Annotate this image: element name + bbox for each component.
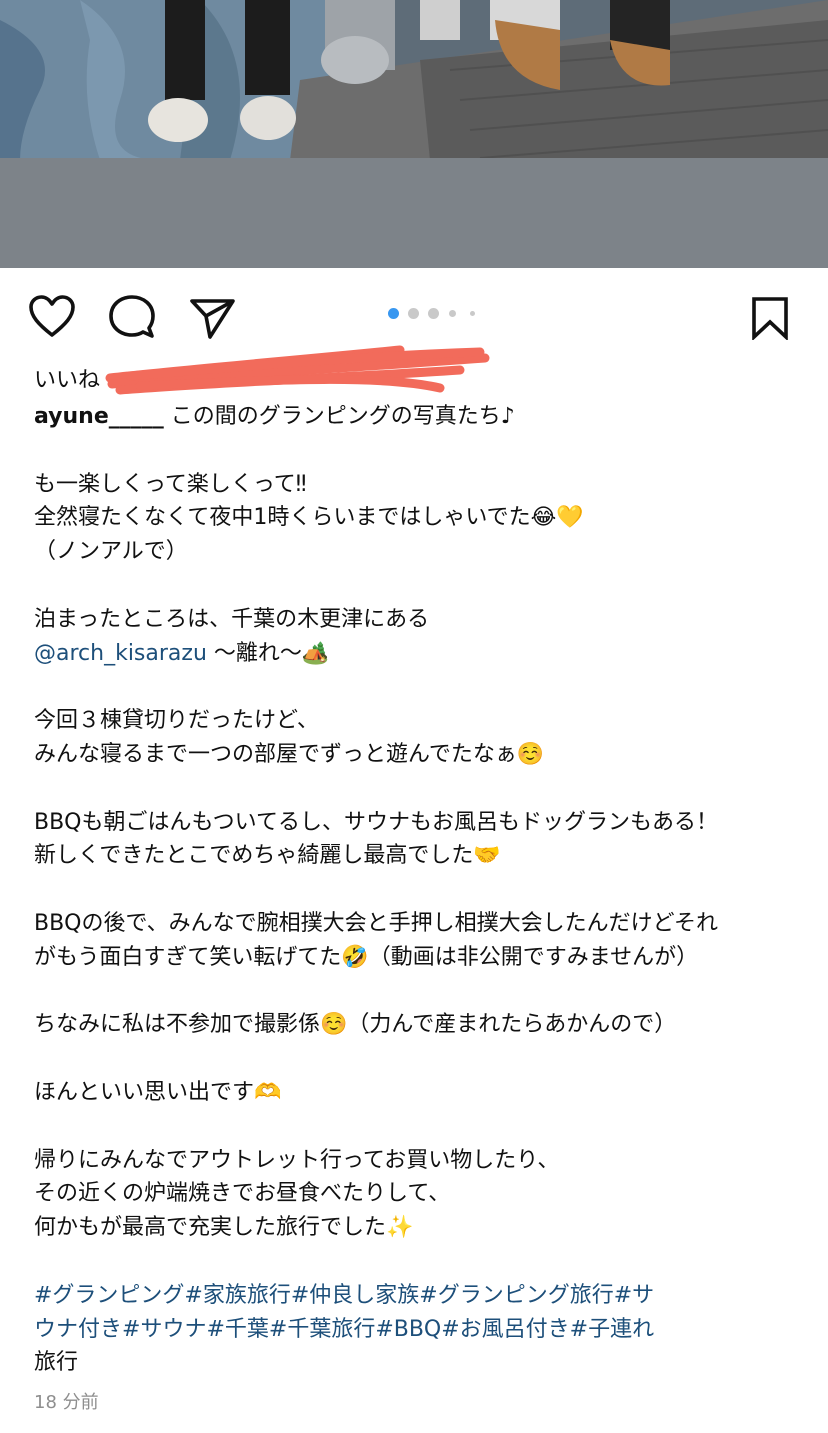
mention-suffix: 〜離れ〜🏕️ (206, 640, 330, 666)
hashtag-continuation[interactable]: ウナ付き (34, 1317, 122, 1342)
caption-line: がもう面白すぎて笑い転げてた🤣（動画は非公開ですみませんが） (34, 944, 699, 970)
bookmark-icon[interactable] (750, 296, 790, 340)
caption-line: 全然寝たくなくて夜中1時くらいまではしゃいでた😂💛 (34, 505, 584, 531)
caption-line: も一楽しくって楽しくって‼︎ (34, 471, 307, 497)
hashtags-link[interactable]: #サウナ#千葉#千葉旅行#BBQ#お風呂付き#子連れ (122, 1317, 654, 1342)
likes-prefix: いいね (34, 368, 101, 393)
username-link[interactable]: ayune_____ (34, 404, 164, 429)
caption-line: 帰りにみんなでアウトレット行ってお買い物したり、 (34, 1147, 560, 1173)
caption-line: 新しくできたとこでめちゃ綺麗し最高でした🤝 (34, 843, 501, 869)
caption-line: その近くの炉端焼きでお昼食べたりして、 (34, 1181, 451, 1207)
hashtags-link[interactable]: #グランピング#家族旅行#仲良し家族#グランピング旅行#サ (34, 1279, 804, 1313)
caption-line: 泊まったところは、千葉の木更津にある (34, 606, 430, 632)
send-icon[interactable] (188, 296, 236, 340)
hashtag-continuation: 旅行 (34, 1350, 79, 1376)
mention-link[interactable]: @arch_kisarazu (34, 641, 207, 666)
caption-line: ちなみに私は不参加で撮影係☺️（力んで産まれたらあかんので） (34, 1012, 677, 1038)
caption-line: （ノンアルで） (34, 539, 188, 565)
caption-line: BBQも朝ごはんもついてるし、サウナもお風呂もドッグランもある！ (34, 809, 718, 835)
post-timestamp: 18 分前 (34, 1392, 99, 1413)
caption-line: 今回３棟貸切りだったけど、 (34, 708, 319, 734)
carousel-dot-active (388, 308, 399, 319)
redaction-scribble (100, 340, 500, 404)
comment-icon[interactable] (108, 294, 156, 340)
carousel-dot (428, 308, 439, 319)
heart-icon[interactable] (28, 294, 76, 338)
caption-line: BBQの後で、みんなで腕相撲大会と手押し相撲大会したんだけどそれ (34, 910, 718, 936)
caption-line: みんな寝るまで一つの部屋でずっと遊んでたなぁ☺️ (34, 741, 545, 767)
carousel-dot (449, 310, 456, 317)
image-padding (0, 158, 828, 268)
post-caption: ayune_____ この間のグランピングの写真たち♪ も一楽しくって楽しくって… (34, 400, 804, 1380)
caption-line: ほんといい思い出です🫶 (34, 1079, 282, 1105)
carousel-dot (408, 308, 419, 319)
carousel-dot (470, 311, 475, 316)
caption-line: 何かもが最高で充実した旅行でした✨ (34, 1215, 414, 1241)
caption-first-line: この間のグランピングの写真たち♪ (170, 404, 515, 429)
post-image[interactable] (0, 0, 828, 160)
